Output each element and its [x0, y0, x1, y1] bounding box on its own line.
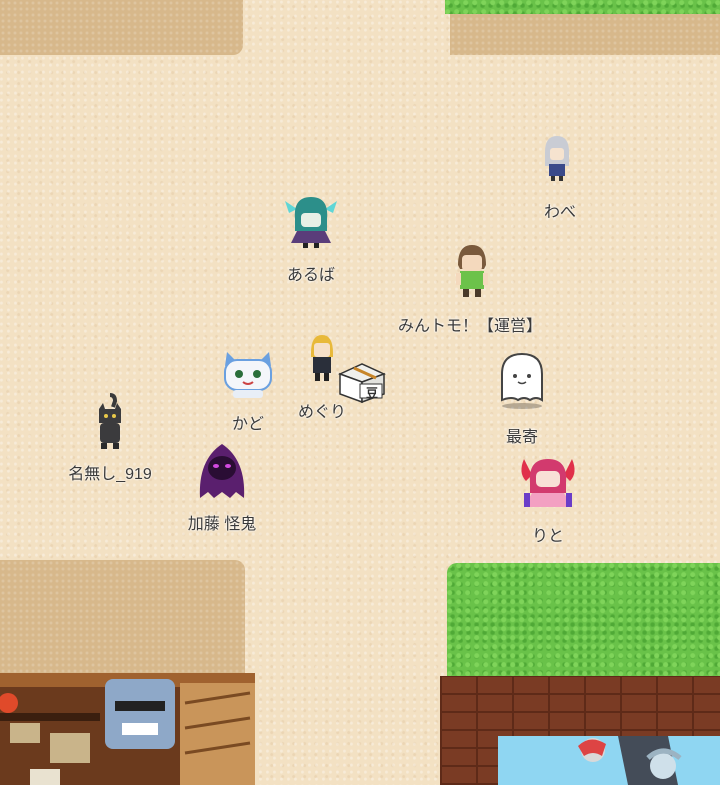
bean-box-label: 豆 [365, 386, 378, 400]
dirt-patch-bottom-left [0, 560, 245, 675]
shop-interior[interactable] [0, 673, 255, 785]
avatar-mintomo[interactable] [450, 243, 494, 299]
avatar-nanashi[interactable] [93, 393, 127, 451]
bean-box-item[interactable]: 豆 [336, 360, 388, 404]
player-name-wabe: わべ [543, 204, 577, 221]
dirt-patch-top-right [450, 10, 720, 55]
dirt-patch-top-left [0, 0, 243, 55]
avatar-megu[interactable] [305, 333, 339, 383]
grass-patch-bottom-right [447, 563, 720, 676]
grass-patch-top-right [445, 0, 720, 14]
player-name-katou: 加藤 怪鬼 [187, 516, 257, 533]
player-name-nanashi: 名無し_919 [68, 466, 152, 483]
avatar-aruba[interactable] [279, 191, 343, 249]
avatar-mogiri[interactable] [494, 350, 550, 410]
player-name-mogiri: 最寄 [505, 429, 539, 446]
avatar-katou[interactable] [194, 440, 250, 500]
player-name-aruba: あるば [286, 267, 336, 284]
game-map[interactable]: わべ あるば みんトモ！【運営】 かど めぐり 豆 名無し_919 加藤 怪鬼 … [0, 0, 720, 785]
avatar-wabe[interactable] [537, 134, 577, 182]
bottom-right-illustration [498, 736, 720, 785]
avatar-rito[interactable] [516, 453, 580, 511]
shop-interior-illustration [0, 673, 255, 785]
player-name-rito: りと [531, 528, 565, 545]
avatar-kado[interactable] [217, 344, 279, 400]
player-name-kado: かど [231, 416, 265, 433]
bottom-right-scene[interactable] [498, 736, 720, 785]
player-name-mintomo: みんトモ！【運営】 [397, 318, 543, 335]
